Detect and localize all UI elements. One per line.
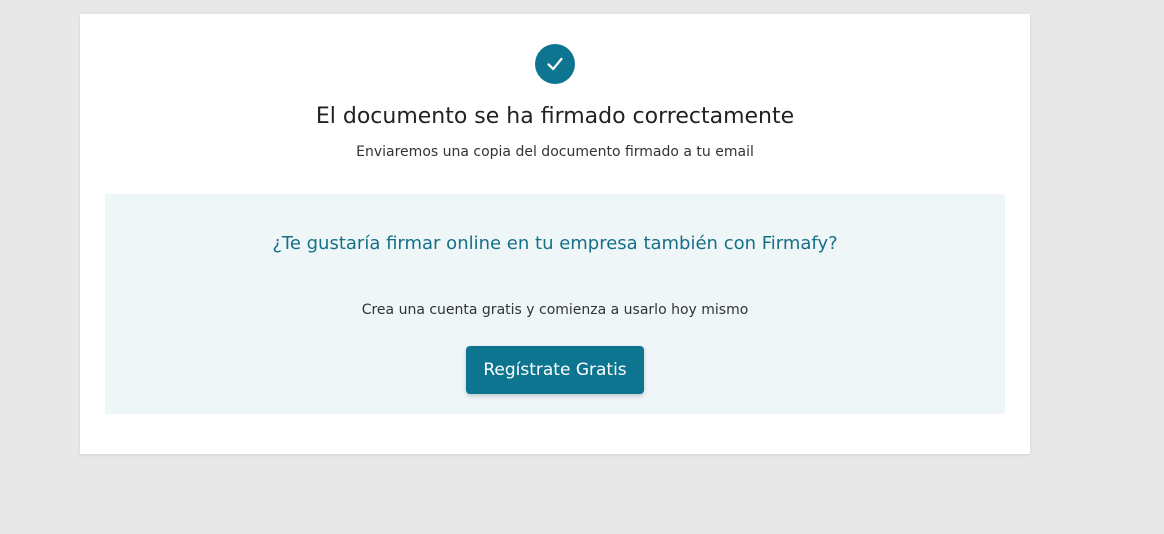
- success-title: El documento se ha firmado correctamente: [315, 104, 795, 129]
- promo-title: ¿Te gustaría firmar online en tu empresa…: [272, 233, 838, 254]
- success-card: El documento se ha firmado correctamente…: [80, 14, 1030, 454]
- promo-text: Crea una cuenta gratis y comienza a usar…: [361, 302, 749, 318]
- success-subtitle: Enviaremos una copia del documento firma…: [356, 144, 754, 160]
- promo-panel: ¿Te gustaría firmar online en tu empresa…: [105, 194, 1005, 414]
- check-icon-glyph: [547, 57, 563, 71]
- check-icon: [535, 44, 575, 84]
- register-free-button[interactable]: Regístrate Gratis: [466, 346, 644, 394]
